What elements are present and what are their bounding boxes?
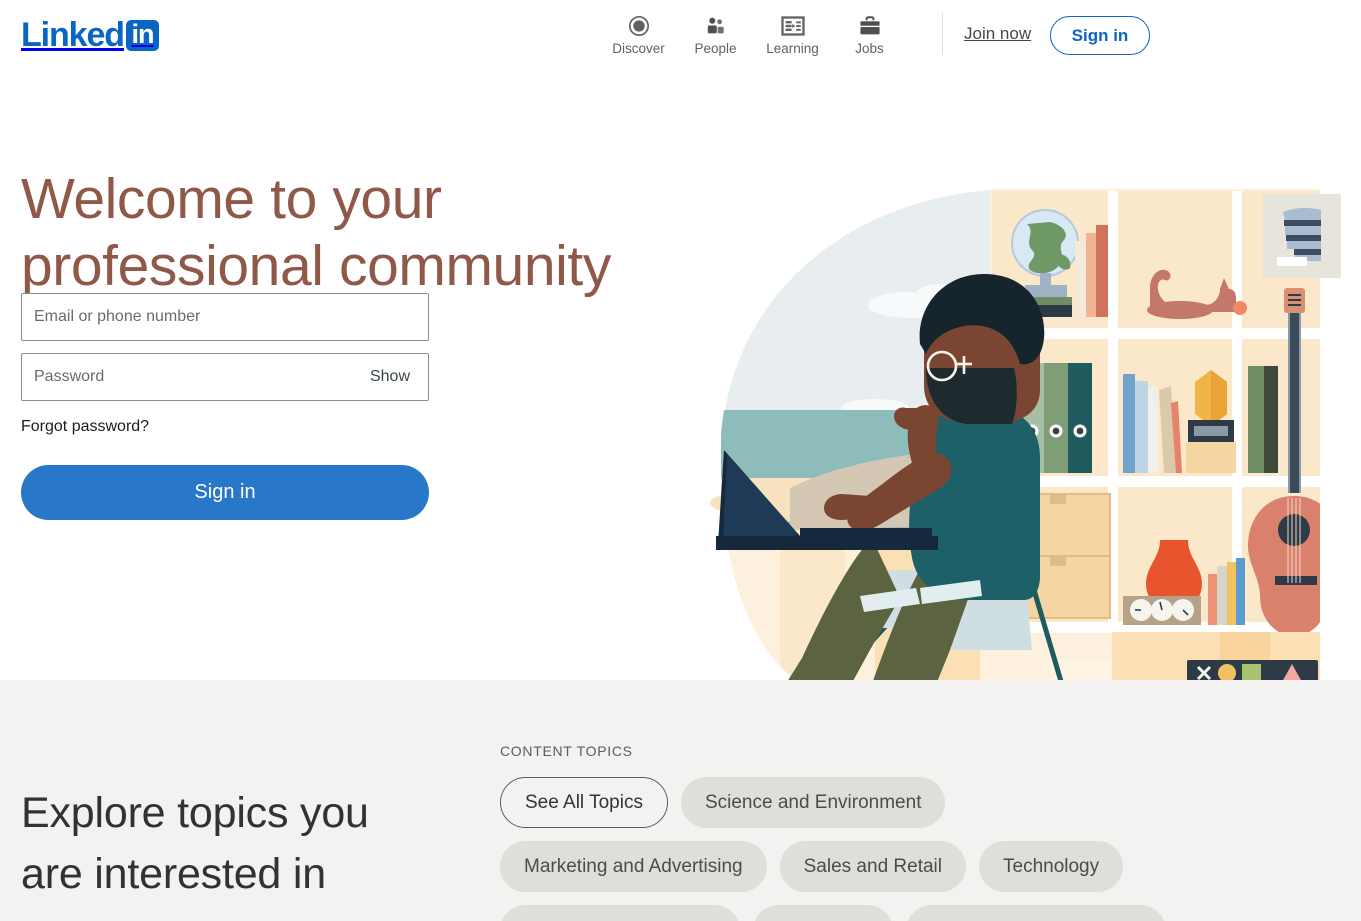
see-all-topics-chip[interactable]: See All Topics [500,777,668,828]
people-icon [704,14,727,38]
forgot-password-link[interactable]: Forgot password? [21,418,149,436]
explore-topics-section: Explore topics you are interested in CON… [0,680,1361,921]
topics-content: CONTENT TOPICS See All Topics Science an… [500,742,1360,921]
topic-chip-marketing-and-advertising[interactable]: Marketing and Advertising [500,841,767,892]
topic-chip-hidden-1[interactable] [500,905,740,921]
linkedin-logo[interactable]: Linked in [21,18,159,52]
login-form: Show Forgot password? Sign in [21,293,429,520]
logo-wordmark: Linked [21,16,125,54]
topic-chip-row-3 [500,905,1360,921]
linkedin-login-page: Linked in Discover People Learning Jobs … [0,0,1361,921]
nav-label-jobs: Jobs [855,41,884,56]
topic-chip-hidden-3[interactable] [906,905,1166,921]
nav-item-jobs[interactable]: Jobs [831,8,908,57]
topic-chip-row-1: See All Topics Science and Environment [500,777,1360,828]
nav-item-learning[interactable]: Learning [754,8,831,57]
sign-in-header-button[interactable]: Sign in [1050,16,1150,55]
nav-label-learning: Learning [766,41,819,56]
password-field-wrapper: Show [21,353,429,401]
content-topics-label: CONTENT TOPICS [500,743,633,759]
join-now-link[interactable]: Join now [956,22,1039,46]
topic-chip-hidden-2[interactable] [753,905,893,921]
briefcase-icon [858,14,882,38]
topic-chip-technology[interactable]: Technology [979,841,1124,892]
framed-artwork [1263,194,1341,283]
learning-icon [780,14,805,38]
topic-chip-science-and-environment[interactable]: Science and Environment [680,777,946,828]
site-header: Linked in Discover People Learning Jobs … [0,0,1361,70]
nav-label-discover: Discover [612,41,665,56]
logo-in-badge: in [125,19,159,51]
topic-chip-sales-and-retail[interactable]: Sales and Retail [779,841,966,892]
header-divider [942,13,943,55]
hero-section: Welcome to your professional community S… [0,70,1361,740]
page-title: Welcome to your professional community [21,167,611,299]
email-field-wrapper [21,293,429,341]
primary-nav: Discover People Learning Jobs [600,8,908,64]
show-password-button[interactable]: Show [366,364,414,390]
nav-item-discover[interactable]: Discover [600,8,677,57]
compass-icon [628,14,650,38]
email-input[interactable] [22,294,428,340]
topic-chip-row-2: Marketing and Advertising Sales and Reta… [500,841,1360,892]
topics-heading: Explore topics you are interested in [21,788,369,898]
nav-item-people[interactable]: People [677,8,754,57]
sign-in-submit-button[interactable]: Sign in [21,465,429,520]
hero-person-illustration [620,158,1340,740]
nav-label-people: People [694,41,737,56]
